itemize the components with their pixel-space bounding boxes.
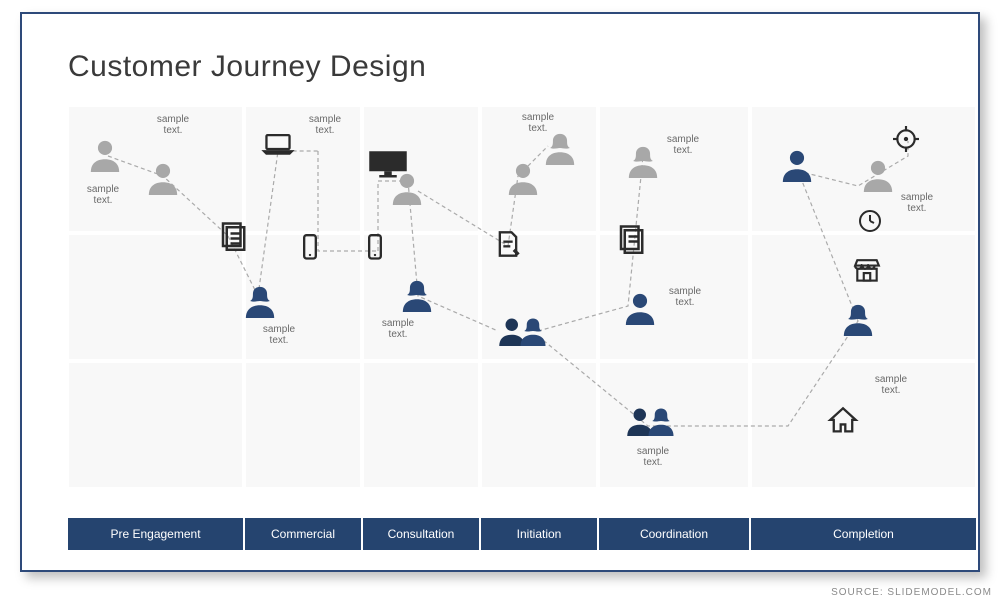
stage-pre-engagement: Pre Engagement xyxy=(68,518,243,550)
target-icon xyxy=(893,126,919,152)
annotation-label: sample text. xyxy=(300,114,350,136)
stage-completion: Completion xyxy=(751,518,976,550)
clock-icon xyxy=(858,209,882,233)
person-icon xyxy=(88,138,122,172)
person-female-icon xyxy=(243,284,277,318)
annotation-label: sample text. xyxy=(148,114,198,136)
person-icon xyxy=(623,291,657,325)
store-icon xyxy=(853,258,881,284)
annotation-label: sample text. xyxy=(866,374,916,396)
person-icon xyxy=(506,161,540,195)
person-female-icon xyxy=(543,131,577,165)
people-pair-icon xyxy=(626,406,676,442)
stage-initiation: Initiation xyxy=(481,518,597,550)
person-female-icon xyxy=(841,302,875,336)
stage-coordination: Coordination xyxy=(599,518,749,550)
slide-title: Customer Journey Design xyxy=(68,50,426,84)
stage-bar: Pre Engagement Commercial Consultation I… xyxy=(68,518,976,550)
stage-consultation: Consultation xyxy=(363,518,479,550)
people-pair-icon xyxy=(498,316,548,352)
edit-document-icon xyxy=(494,230,522,258)
document-icon xyxy=(616,224,646,254)
document-icon xyxy=(218,221,248,251)
annotation-label: sample text. xyxy=(513,112,563,134)
person-icon xyxy=(861,158,895,192)
phone-icon xyxy=(368,234,382,260)
annotation-label: sample text. xyxy=(373,318,423,340)
slide-frame: Customer Journey Design xyxy=(20,12,980,572)
annotation-label: sample text. xyxy=(78,184,128,206)
annotation-label: sample text. xyxy=(892,192,942,214)
laptop-icon xyxy=(263,134,293,156)
annotation-label: sample text. xyxy=(660,286,710,308)
journey-grid: sample text. sample text. sample text. s… xyxy=(68,106,976,486)
annotation-label: sample text. xyxy=(628,446,678,468)
annotation-label: sample text. xyxy=(658,134,708,156)
person-female-icon xyxy=(626,144,660,178)
person-icon xyxy=(146,161,180,195)
person-icon xyxy=(780,148,814,182)
stage-commercial: Commercial xyxy=(245,518,361,550)
person-icon xyxy=(390,171,424,205)
person-female-icon xyxy=(400,278,434,312)
source-credit: SOURCE: SLIDEMODEL.COM xyxy=(831,587,992,598)
home-icon xyxy=(828,406,858,434)
annotation-label: sample text. xyxy=(254,324,304,346)
phone-icon xyxy=(303,234,317,260)
